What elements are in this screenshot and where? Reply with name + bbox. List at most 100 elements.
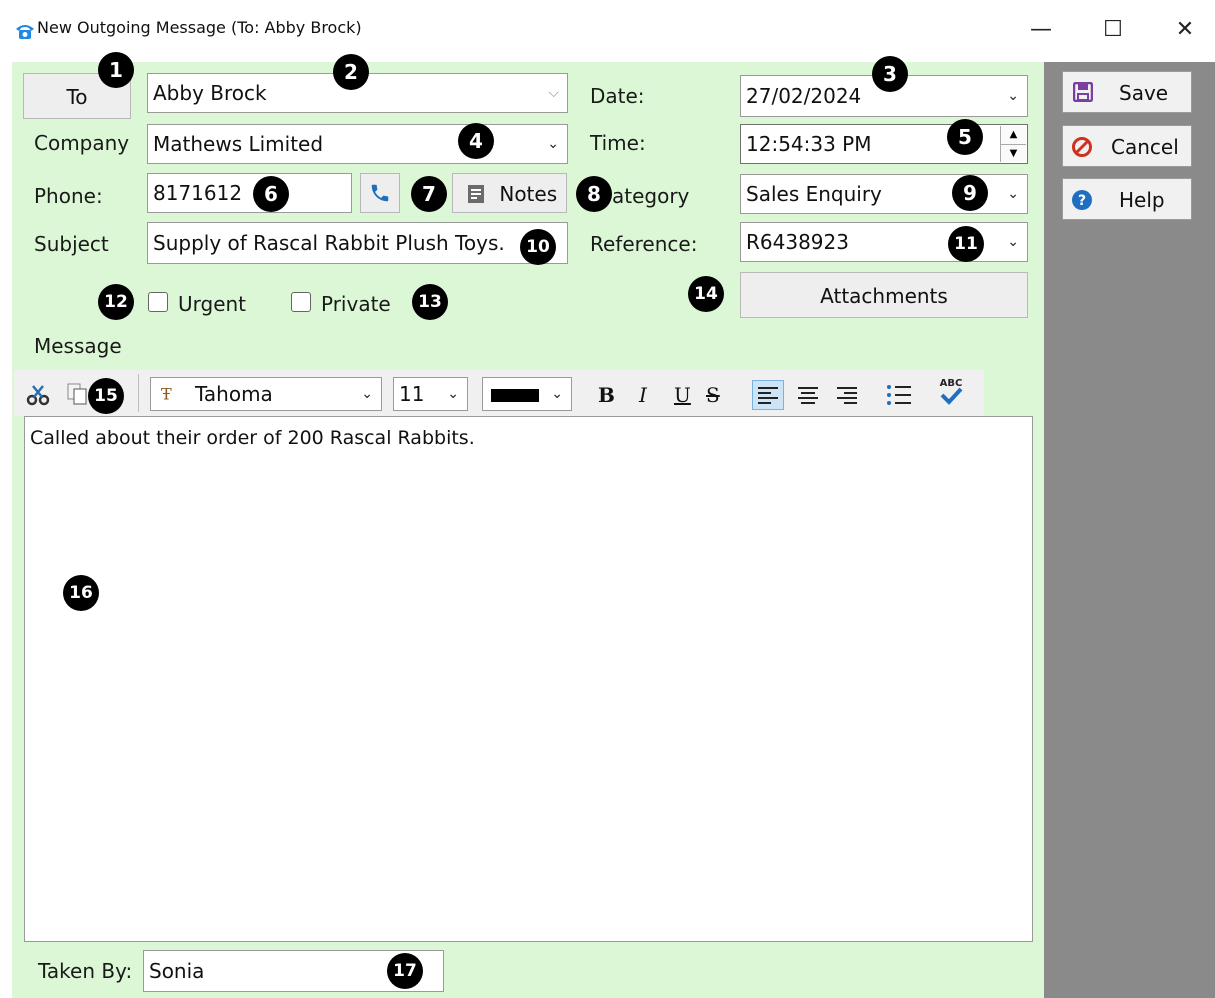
bullet-list-icon[interactable] [886, 384, 912, 406]
bold-button[interactable]: B [598, 383, 615, 407]
chevron-down-icon[interactable]: ⌄ [1007, 88, 1019, 104]
private-label: Private [321, 292, 391, 316]
callout-badge: 13 [412, 284, 448, 320]
help-icon: ? [1072, 190, 1092, 210]
italic-button[interactable]: I [639, 383, 647, 407]
subject-field[interactable]: Supply of Rascal Rabbit Plush Toys. [147, 222, 568, 264]
time-value: 12:54:33 PM [746, 132, 872, 156]
attachments-button[interactable]: Attachments [740, 272, 1028, 318]
reference-label: Reference: [590, 232, 698, 256]
time-label: Time: [590, 131, 646, 155]
spin-down-icon[interactable]: ▼ [1001, 145, 1026, 162]
font-type-icon: Ŧ [161, 384, 172, 404]
window-title: New Outgoing Message (To: Abby Brock) [37, 18, 362, 37]
cut-icon[interactable] [26, 384, 50, 406]
font-size-select[interactable]: 11 ⌄ [393, 377, 468, 411]
company-combobox[interactable]: Mathews Limited ⌄ [147, 124, 568, 164]
align-center-icon[interactable] [797, 385, 819, 405]
callout-badge: 15 [88, 378, 124, 414]
chevron-down-icon[interactable]: ⌄ [447, 386, 459, 402]
toolbar-divider [138, 374, 139, 412]
align-right-icon[interactable] [836, 385, 858, 405]
minimize-button[interactable]: — [1018, 12, 1064, 48]
callout-badge: 2 [333, 54, 369, 90]
cancel-button[interactable]: Cancel [1062, 125, 1192, 167]
save-label: Save [1119, 81, 1169, 105]
chevron-down-icon[interactable]: ⌄ [547, 136, 559, 152]
category-label: ategory [612, 184, 690, 208]
font-name: Tahoma [195, 382, 273, 406]
taken-by-label: Taken By: [38, 959, 133, 983]
callout-badge: 3 [872, 56, 908, 92]
company-value: Mathews Limited [153, 132, 324, 156]
subject-value: Supply of Rascal Rabbit Plush Toys. [153, 231, 505, 255]
chevron-down-icon[interactable]: ⌄ [1007, 234, 1019, 250]
close-button[interactable]: ✕ [1162, 12, 1208, 48]
chevron-down-icon[interactable]: ⌵ [548, 85, 559, 101]
urgent-label: Urgent [178, 292, 247, 316]
message-editor[interactable]: Called about their order of 200 Rascal R… [24, 416, 1033, 942]
callout-badge: 1 [98, 52, 134, 88]
notes-button[interactable]: Notes [452, 173, 567, 213]
subject-label: Subject [34, 232, 109, 256]
phone-field[interactable]: 8171612 [147, 173, 352, 213]
callout-badge: 7 [411, 176, 447, 212]
notes-icon [468, 185, 484, 203]
recipient-value: Abby Brock [153, 81, 267, 105]
callout-badge: 9 [952, 175, 988, 211]
notes-label: Notes [499, 182, 558, 206]
font-color-select[interactable]: ⌄ [482, 377, 572, 411]
message-text: Called about their order of 200 Rascal R… [30, 427, 475, 449]
phone-app-icon [16, 25, 34, 39]
taken-by-value: Sonia [149, 959, 205, 983]
callout-badge: 5 [947, 119, 983, 155]
reference-combobox[interactable]: R6438923 ⌄ [740, 222, 1028, 262]
align-left-button[interactable] [752, 380, 784, 410]
phone-icon [371, 184, 389, 202]
date-value: 27/02/2024 [746, 84, 862, 108]
callout-badge: 14 [688, 276, 724, 312]
spin-up-icon[interactable]: ▲ [1001, 126, 1026, 145]
reference-value: R6438923 [746, 230, 849, 254]
message-label: Message [34, 334, 122, 358]
time-spinner[interactable]: ▲ ▼ [1000, 126, 1026, 162]
urgent-checkbox[interactable] [148, 292, 168, 312]
font-size: 11 [399, 382, 425, 406]
align-left-icon [758, 387, 778, 404]
chevron-down-icon[interactable]: ⌄ [361, 386, 373, 402]
maximize-button[interactable]: ☐ [1090, 12, 1136, 48]
callout-badge: 16 [63, 575, 99, 611]
time-field[interactable]: 12:54:33 PM [740, 124, 1028, 164]
date-label: Date: [590, 84, 645, 108]
cancel-icon [1072, 137, 1092, 157]
callout-badge: 12 [98, 284, 134, 320]
spellcheck-button[interactable]: ABC [934, 378, 968, 412]
help-button[interactable]: ? Help [1062, 178, 1192, 220]
svg-text:?: ? [1078, 193, 1086, 209]
callout-badge: 11 [948, 226, 984, 262]
check-icon [940, 387, 963, 405]
save-icon [1073, 82, 1093, 102]
callout-badge: 4 [458, 123, 494, 159]
call-button[interactable] [360, 173, 400, 213]
callout-badge: 6 [253, 176, 289, 212]
callout-badge: 17 [387, 953, 423, 989]
phone-value: 8171612 [153, 181, 243, 205]
strikethrough-button[interactable]: S [706, 383, 720, 407]
category-value: Sales Enquiry [746, 182, 882, 206]
callout-badge: 10 [520, 229, 556, 265]
callout-badge: 8 [576, 176, 612, 212]
private-checkbox[interactable] [291, 292, 311, 312]
color-swatch [491, 389, 539, 402]
company-label: Company [34, 131, 130, 155]
chevron-down-icon[interactable]: ⌄ [551, 386, 563, 402]
font-select[interactable]: Ŧ Tahoma ⌄ [150, 377, 382, 411]
save-button[interactable]: Save [1062, 71, 1192, 113]
help-label: Help [1119, 188, 1165, 212]
chevron-down-icon[interactable]: ⌄ [1007, 186, 1019, 202]
cancel-label: Cancel [1111, 135, 1179, 159]
underline-button[interactable]: U [674, 383, 691, 407]
copy-icon[interactable] [66, 382, 88, 406]
phone-label: Phone: [34, 184, 103, 208]
title-bar: New Outgoing Message (To: Abby Brock) — … [0, 0, 1215, 62]
